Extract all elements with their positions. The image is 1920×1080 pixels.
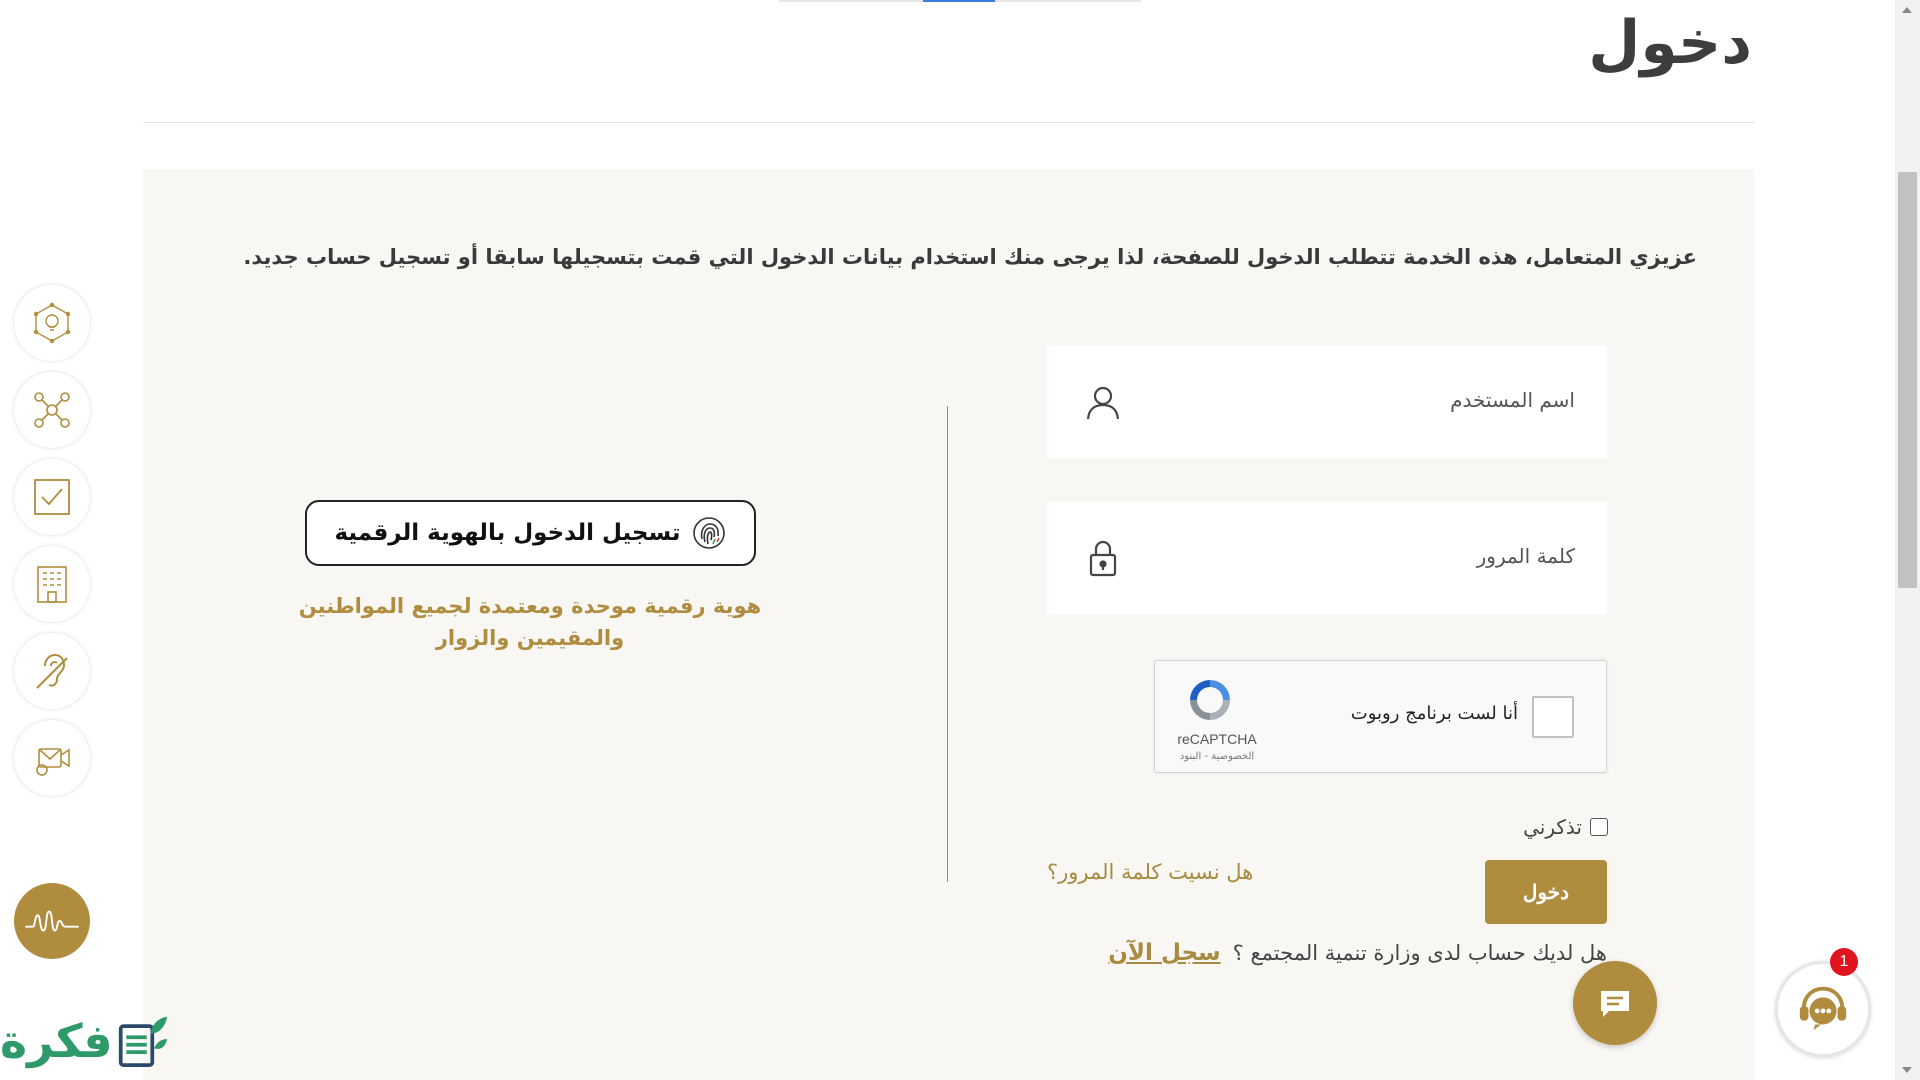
hearing-impaired-icon [36, 653, 68, 689]
register-now-link[interactable]: سجل الآن [1108, 940, 1220, 966]
building-shortcut[interactable] [14, 546, 90, 622]
headset-agent-icon [1799, 986, 1847, 1031]
login-button[interactable]: دخول [1485, 860, 1607, 924]
remember-me-checkbox[interactable] [1590, 818, 1608, 836]
building-icon [37, 566, 67, 603]
sign-language-shortcut[interactable] [14, 883, 90, 959]
page-scrollbar[interactable] [1895, 0, 1920, 1080]
network-nodes-icon [34, 392, 70, 428]
sign-language-video-shortcut[interactable] [14, 720, 90, 796]
password-placeholder: كلمة المرور [1476, 544, 1575, 568]
page-title: دخول [1588, 8, 1752, 78]
register-question: هل لديك حساب لدى وزارة تنمية المجتمع ؟ [1232, 941, 1607, 965]
bulb-network-icon [33, 302, 71, 344]
user-icon [1086, 386, 1120, 420]
watermark-logo: فكرة [0, 1012, 169, 1070]
scroll-up-arrow[interactable] [1902, 7, 1912, 13]
recaptcha-brand: reCAPTCHA [1177, 731, 1257, 747]
uae-pass-label: تسجيل الدخول بالهوية الرقمية [334, 520, 681, 546]
top-tab-strip [779, 0, 1141, 2]
fingerprint-icon [692, 517, 725, 549]
hearing-shortcut[interactable] [14, 633, 90, 709]
innovation-shortcut[interactable] [14, 285, 90, 361]
password-field[interactable]: كلمة المرور [1047, 502, 1607, 614]
username-placeholder: اسم المستخدم [1450, 388, 1575, 412]
vertical-divider [947, 406, 948, 882]
chat-bubble-icon [1601, 991, 1629, 1017]
checklist-shortcut[interactable] [14, 459, 90, 535]
active-tab-indicator [923, 0, 995, 2]
uae-pass-description: هوية رقمية موحدة ومعتمدة لجميع المواطنين… [298, 594, 762, 650]
recaptcha-logo-icon [1190, 680, 1230, 720]
register-line: هل لديك حساب لدى وزارة تنمية المجتمع ؟ س… [1108, 940, 1607, 966]
signature-wave-icon [25, 910, 79, 932]
title-divider [143, 122, 1754, 123]
remember-me[interactable]: تذكرني [1523, 815, 1608, 839]
recaptcha-checkbox[interactable] [1532, 696, 1574, 738]
scroll-down-arrow[interactable] [1902, 1067, 1912, 1073]
recaptcha-label: أنا لست برنامج روبوت [1350, 703, 1518, 724]
video-sign-icon [36, 748, 70, 776]
watermark-text: فكرة [0, 1014, 113, 1068]
username-field[interactable]: اسم المستخدم [1047, 346, 1607, 458]
scroll-thumb[interactable] [1898, 172, 1917, 588]
notification-badge: 1 [1830, 948, 1858, 976]
book-leaf-icon [118, 1016, 167, 1067]
lock-icon [1089, 540, 1117, 577]
remember-me-label: تذكرني [1523, 815, 1582, 839]
intro-text: عزيزي المتعامل، هذه الخدمة تتطلب الدخول … [243, 245, 1697, 269]
recaptcha-widget: أنا لست برنامج روبوت reCAPTCHA الخصوصية … [1154, 660, 1607, 773]
recaptcha-terms-link[interactable]: الخصوصية - البنود [1167, 751, 1267, 762]
network-shortcut[interactable] [14, 372, 90, 448]
chat-button[interactable] [1573, 961, 1657, 1045]
uae-pass-login-button[interactable]: تسجيل الدخول بالهوية الرقمية [305, 500, 756, 566]
support-agent-button[interactable] [1775, 961, 1871, 1057]
checkbox-icon [34, 479, 70, 515]
forgot-password-link[interactable]: هل نسيت كلمة المرور؟ [1047, 860, 1253, 884]
